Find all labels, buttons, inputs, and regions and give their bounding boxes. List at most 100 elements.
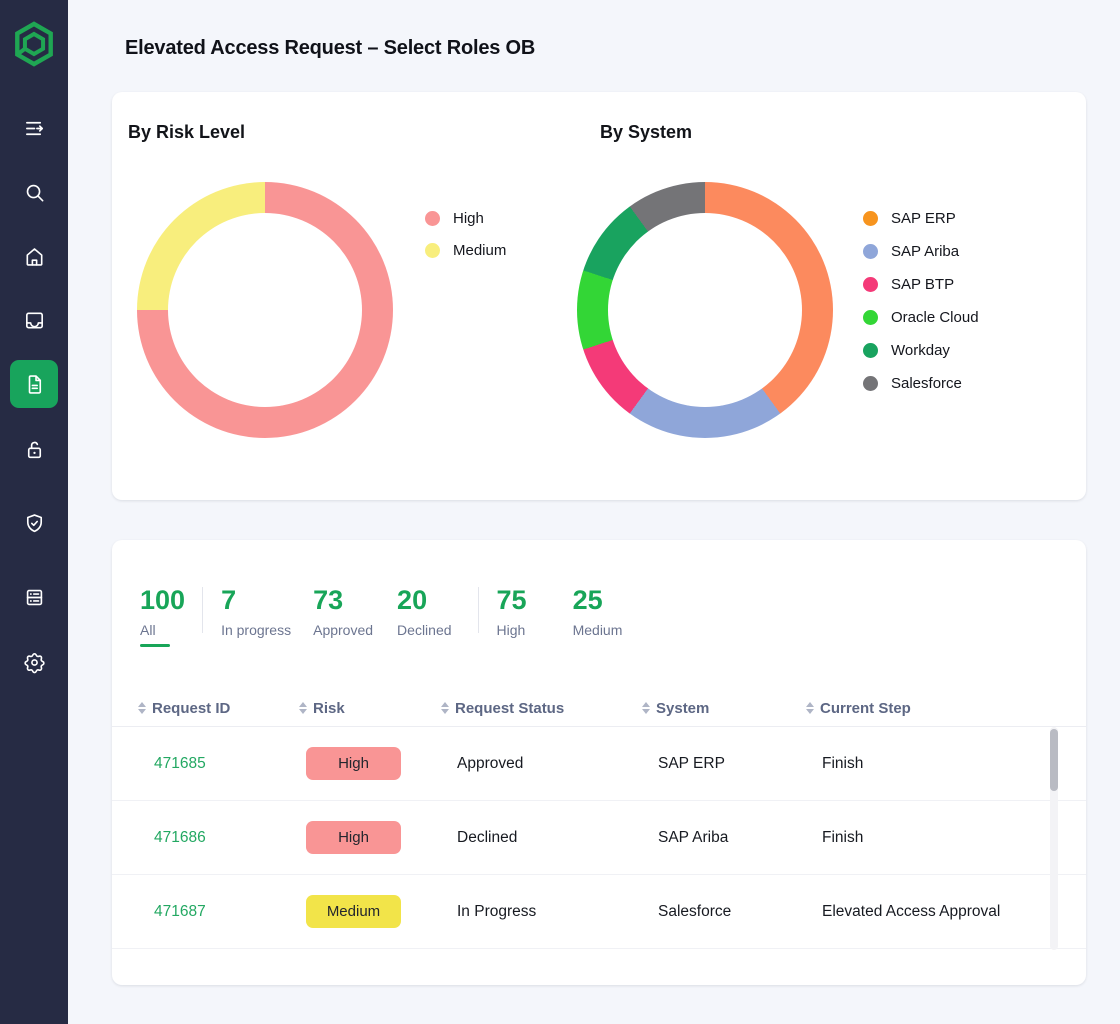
active-filter-underline xyxy=(140,644,170,647)
column-label: Request ID xyxy=(152,700,230,717)
legend-label: Oracle Cloud xyxy=(891,309,979,326)
column-header-request-status[interactable]: Request Status xyxy=(441,700,642,717)
donut-hole xyxy=(608,213,802,407)
legend-label: High xyxy=(453,210,484,227)
stats-divider xyxy=(202,587,203,633)
table-header-row: Request ID Risk Request Status System Curren… xyxy=(112,690,1086,727)
legend-label: SAP BTP xyxy=(891,276,954,293)
request-id-link[interactable]: 471686 xyxy=(138,829,299,847)
system-cell: Salesforce xyxy=(642,903,806,921)
legend-item-sap-btp[interactable]: SAP BTP xyxy=(863,268,979,301)
stat-filter-declined[interactable]: 20Declined xyxy=(397,585,451,638)
table-row-471686: 471686HighDeclinedSAP AribaFinish xyxy=(112,801,1086,875)
stats-divider xyxy=(478,587,479,633)
sidebar-item-inbox[interactable] xyxy=(10,296,58,344)
legend-dot xyxy=(863,277,878,292)
menu-collapse-icon xyxy=(23,117,46,140)
system-cell: SAP Ariba xyxy=(642,829,806,847)
app-logo xyxy=(12,20,56,68)
current-step-cell: Finish xyxy=(806,829,1046,847)
stat-filter-high[interactable]: 75 High xyxy=(497,585,527,638)
stat-filter-in-progress[interactable]: 7In progress xyxy=(221,585,291,638)
sidebar-item-shield[interactable] xyxy=(10,499,58,547)
stat-filter-medium[interactable]: 25Medium xyxy=(573,585,623,638)
legend-label: SAP Ariba xyxy=(891,243,959,260)
sidebar-item-search[interactable] xyxy=(10,168,58,216)
risk-cell: Medium xyxy=(299,895,441,928)
stat-value: 100 xyxy=(140,585,185,615)
legend-item-salesforce[interactable]: Salesforce xyxy=(863,367,979,400)
stat-value: 25 xyxy=(573,585,623,615)
status-cell: Approved xyxy=(441,755,642,773)
sidebar-item-documents[interactable] xyxy=(10,360,58,408)
legend-label: Workday xyxy=(891,342,950,359)
sidebar-item-lock[interactable] xyxy=(10,425,58,473)
search-icon xyxy=(23,181,46,204)
risk-badge-medium: Medium xyxy=(306,895,401,928)
document-icon xyxy=(23,373,46,396)
column-header-risk[interactable]: Risk xyxy=(299,700,441,717)
stat-label: Approved xyxy=(313,622,373,638)
stat-value: 73 xyxy=(313,585,373,615)
legend-label: Salesforce xyxy=(891,375,962,392)
sort-icon xyxy=(138,702,146,714)
sidebar xyxy=(0,0,68,1024)
legend-item-oracle-cloud[interactable]: Oracle Cloud xyxy=(863,301,979,334)
requests-table: Request ID Risk Request Status System Curren… xyxy=(112,690,1086,949)
current-step-cell: Elevated Access Approval xyxy=(806,903,1046,921)
stat-value: 75 xyxy=(497,585,527,615)
stat-label: In progress xyxy=(221,622,291,638)
sidebar-item-home[interactable] xyxy=(10,232,58,280)
chart-title-risk: By Risk Level xyxy=(128,122,245,143)
lock-open-icon xyxy=(23,438,46,461)
legend-dot xyxy=(863,211,878,226)
sidebar-item-settings[interactable] xyxy=(10,638,58,686)
risk-badge-high: High xyxy=(306,747,401,780)
stat-label: High xyxy=(497,622,527,638)
legend-dot xyxy=(425,243,440,258)
risk-donut-chart xyxy=(137,182,393,438)
column-header-request-id[interactable]: Request ID xyxy=(138,700,299,717)
table-body: 471685HighApprovedSAP ERPFinish471686Hig… xyxy=(112,727,1086,949)
legend-item-high[interactable]: High xyxy=(425,202,506,234)
sort-icon xyxy=(299,702,307,714)
risk-cell: High xyxy=(299,747,441,780)
status-cell: In Progress xyxy=(441,903,642,921)
legend-dot xyxy=(425,211,440,226)
sort-icon xyxy=(642,702,650,714)
legend-item-sap-erp[interactable]: SAP ERP xyxy=(863,202,979,235)
shield-check-icon xyxy=(23,512,46,535)
sidebar-item-menu[interactable] xyxy=(10,104,58,152)
stats-filter-bar: 100All 7In progress 73 Approved 20Declined 75… xyxy=(140,585,622,647)
stat-filter-approved[interactable]: 73 Approved xyxy=(313,585,373,638)
system-legend: SAP ERP SAP Ariba SAP BTP Oracle Cloud Workd… xyxy=(863,202,979,400)
table-scrollbar-track xyxy=(1050,727,1058,950)
column-header-system[interactable]: System xyxy=(642,700,806,717)
system-donut-chart xyxy=(577,182,833,438)
sidebar-item-records[interactable] xyxy=(10,573,58,621)
stat-label: Declined xyxy=(397,622,451,638)
legend-dot xyxy=(863,376,878,391)
current-step-cell: Finish xyxy=(806,755,1046,773)
request-id-link[interactable]: 471687 xyxy=(138,903,299,921)
legend-item-workday[interactable]: Workday xyxy=(863,334,979,367)
column-header-current-step[interactable]: Current Step xyxy=(806,700,1046,717)
home-icon xyxy=(23,245,46,268)
request-id-link[interactable]: 471685 xyxy=(138,755,299,773)
chart-title-system: By System xyxy=(600,122,692,143)
table-row-471687: 471687 Medium In ProgressSalesforceElevate… xyxy=(112,875,1086,949)
requests-card: 100All 7In progress 73 Approved 20Declined 75… xyxy=(112,540,1086,985)
table-scrollbar-thumb[interactable] xyxy=(1050,729,1058,791)
column-label: Request Status xyxy=(455,700,564,717)
legend-item-medium[interactable]: Medium xyxy=(425,234,506,266)
inbox-icon xyxy=(23,309,46,332)
legend-item-sap-ariba[interactable]: SAP Ariba xyxy=(863,235,979,268)
server-icon xyxy=(23,586,46,609)
risk-legend: High Medium xyxy=(425,202,506,266)
charts-card: By Risk Level By System High Medium SAP E… xyxy=(112,92,1086,500)
legend-dot xyxy=(863,244,878,259)
risk-badge-high: High xyxy=(306,821,401,854)
column-label: Current Step xyxy=(820,700,911,717)
column-label: System xyxy=(656,700,709,717)
stat-filter-all[interactable]: 100All xyxy=(140,585,185,647)
